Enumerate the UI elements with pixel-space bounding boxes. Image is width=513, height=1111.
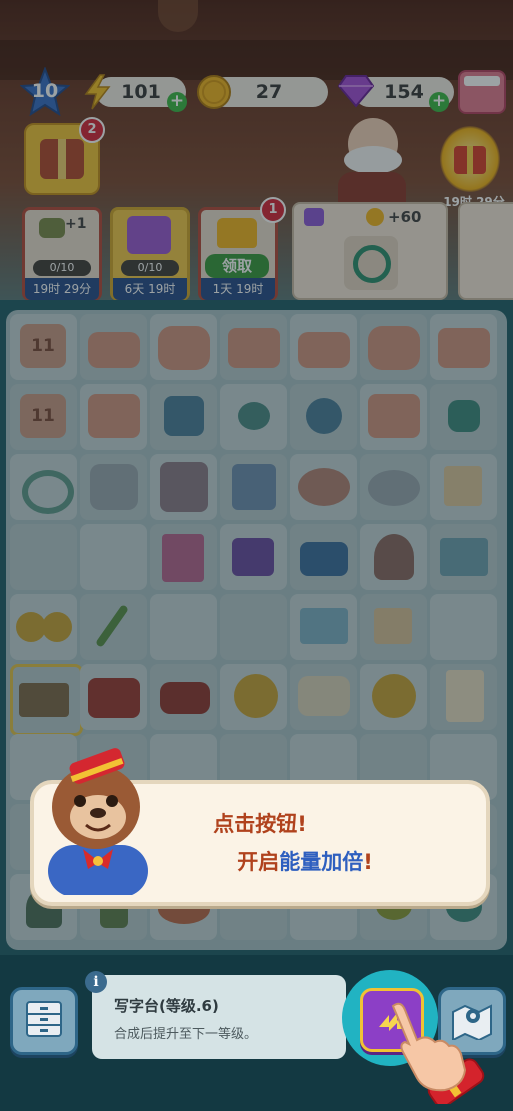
tutorial-overlay	[0, 0, 513, 1111]
item-description: 合成后提升至下一等级。	[114, 1027, 258, 1042]
dialog-line-2-suffix: !	[363, 850, 373, 874]
pointing-hand-icon	[391, 1002, 485, 1104]
dialog-highlight: 能量加倍	[279, 850, 364, 874]
info-icon[interactable]: i	[85, 971, 107, 993]
item-info-panel: 写字台(等级.6) 合成后提升至下一等级。	[92, 975, 346, 1059]
storage-button[interactable]	[10, 987, 78, 1055]
drawer-icon	[26, 1001, 62, 1037]
item-name: 写字台(等级.6)	[114, 997, 219, 1015]
dialog-line-2-prefix: 开启	[237, 850, 280, 874]
otter-mascot	[48, 748, 148, 895]
